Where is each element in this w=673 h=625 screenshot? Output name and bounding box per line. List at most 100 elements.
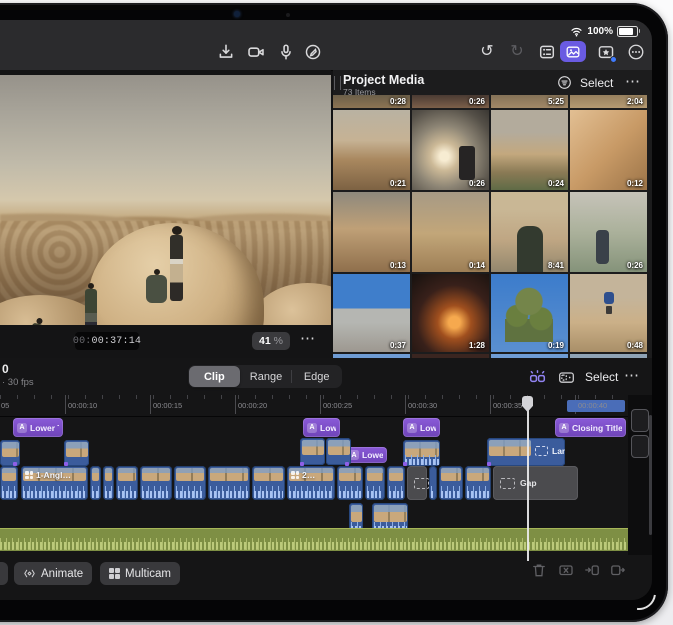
inspector-button[interactable]	[537, 42, 557, 62]
storyline-clip[interactable]	[116, 466, 138, 500]
title-clip[interactable]: AClosing Title	[555, 418, 626, 437]
inspector-icon	[538, 43, 556, 61]
gap-clip[interactable]: G…	[407, 466, 427, 500]
title-clip[interactable]: ALow…	[403, 418, 440, 437]
lane-preview[interactable]	[631, 409, 649, 432]
multicam-button[interactable]: Multicam	[100, 562, 180, 585]
record-audio-button[interactable]	[276, 42, 296, 62]
clip-label: 1-Angl…	[36, 470, 71, 480]
timeline-more-button[interactable]: ⋯	[624, 366, 640, 384]
zoom-level-button[interactable]: 41%	[252, 332, 290, 350]
connected-clip[interactable]	[326, 438, 351, 465]
media-thumbnail[interactable]: 0:12	[570, 110, 647, 190]
storyline-clip[interactable]	[103, 466, 114, 500]
media-thumbnail[interactable]: 0:24	[491, 110, 568, 190]
timeline-ruler[interactable]: 05 00:00:10 00:00:15 00:00:20 00:00:25 0…	[0, 395, 628, 417]
connected-clip-landscape[interactable]: Landscap…	[487, 438, 565, 466]
storyline-clip-multicam[interactable]: 1-Angl…	[21, 466, 88, 500]
media-thumbnail[interactable]: 0:13	[333, 192, 410, 272]
placeholder-icon	[535, 446, 548, 456]
media-thumbnail[interactable]: 1:28	[412, 274, 489, 352]
clip-duration: 0:26	[469, 97, 485, 106]
storyline-clip[interactable]	[174, 466, 206, 500]
storyline-clip[interactable]	[429, 466, 437, 500]
storyline-clip[interactable]	[140, 466, 172, 500]
media-thumbnail[interactable]: 8:41	[491, 192, 568, 272]
browser-select-button[interactable]: Select	[580, 76, 613, 90]
clip-library-button[interactable]	[596, 42, 616, 62]
viewer-panel: 00:00:37:14 41% ⋯	[0, 70, 331, 358]
media-browser-button[interactable]	[560, 41, 586, 62]
wifi-icon	[570, 25, 583, 38]
connected-clip[interactable]	[0, 440, 20, 466]
viewer-more-button[interactable]: ⋯	[300, 329, 316, 347]
media-thumbnail[interactable]: 0:19	[491, 274, 568, 352]
media-thumbnail[interactable]: 0:26	[570, 192, 647, 272]
panel-resize-handle-icon[interactable]	[334, 76, 341, 90]
media-browser-icon	[565, 44, 581, 60]
ruler-tick	[405, 395, 406, 414]
ruler-tick	[320, 395, 321, 414]
gap-clip[interactable]: Gap	[493, 466, 578, 500]
ellipsis-icon: ⋯	[625, 73, 641, 90]
storyline-clip[interactable]	[365, 466, 385, 500]
mode-clip[interactable]: Clip	[189, 366, 240, 387]
append-button[interactable]	[610, 562, 628, 580]
title-clip-label: Lower…	[362, 450, 383, 460]
delete-button[interactable]	[531, 562, 549, 580]
storyline-clip[interactable]	[439, 466, 463, 500]
connected-clip[interactable]	[64, 440, 89, 466]
browser-more-button[interactable]: ⋯	[625, 72, 641, 90]
storyline-clip[interactable]	[465, 466, 491, 500]
clip-duration: 5:25	[548, 97, 564, 106]
title-clip[interactable]: ALower T…	[13, 418, 63, 437]
storyline-clip[interactable]	[0, 466, 18, 500]
mode-range[interactable]: Range	[241, 365, 292, 388]
app-screen: 100% ↺ ↻	[0, 20, 652, 600]
more-options-button[interactable]	[626, 42, 646, 62]
storyline-clip[interactable]	[252, 466, 285, 500]
connected-clip[interactable]	[300, 438, 325, 465]
storyline-clip[interactable]	[337, 466, 363, 500]
sparkle-clips-icon	[529, 369, 546, 386]
pencil-tools-button[interactable]	[303, 42, 323, 62]
media-thumbnail[interactable]: 0:48	[570, 274, 647, 352]
storyline-clip-multicam[interactable]: 2…	[287, 466, 335, 500]
storyline-clip[interactable]	[90, 466, 101, 500]
mode-edge[interactable]: Edge	[291, 365, 342, 388]
connected-clip[interactable]	[403, 440, 440, 466]
lane-preview[interactable]	[631, 435, 649, 458]
title-clip[interactable]: ALow…	[303, 418, 340, 437]
project-title: 0	[2, 362, 9, 376]
main-area: 00:00:37:14 41% ⋯ Project Media 73 Items…	[0, 70, 652, 358]
storyline-clip[interactable]	[208, 466, 250, 500]
partial-button[interactable]	[0, 562, 8, 585]
overwrite-button[interactable]	[584, 562, 602, 580]
undo-button[interactable]: ↺	[477, 42, 497, 62]
add-placeholder-button[interactable]	[556, 368, 576, 386]
media-thumbnail[interactable]: 0:37	[333, 274, 410, 352]
media-thumbnail[interactable]: 5:25	[491, 95, 568, 108]
title-clip[interactable]: ALower…	[345, 447, 387, 463]
media-thumbnail[interactable]: 0:26	[412, 110, 489, 190]
record-video-button[interactable]	[246, 42, 266, 62]
clip-label: 2…	[302, 470, 315, 480]
media-thumbnail[interactable]: 0:28	[333, 95, 410, 108]
sensor-dot	[286, 13, 290, 17]
storyline-clip[interactable]	[387, 466, 405, 500]
media-thumbnail[interactable]: 0:14	[412, 192, 489, 272]
animate-button[interactable]: Animate	[14, 562, 92, 585]
audio-clip[interactable]	[0, 528, 628, 551]
media-thumbnail[interactable]: 2:04	[570, 95, 647, 108]
media-thumbnail[interactable]: 0:26	[412, 95, 489, 108]
vertical-scrollbar[interactable]	[649, 415, 652, 535]
redo-button[interactable]: ↻	[507, 42, 527, 62]
filter-button[interactable]	[557, 75, 572, 95]
timecode-display[interactable]: 00:00:37:14	[75, 332, 139, 350]
import-button[interactable]	[216, 42, 236, 62]
timeline-select-button[interactable]: Select	[585, 370, 618, 384]
enhance-button[interactable]	[527, 368, 547, 386]
media-thumbnail[interactable]: 0:21	[333, 110, 410, 190]
blade-button[interactable]	[558, 562, 576, 580]
battery-label: 100%	[587, 26, 613, 37]
